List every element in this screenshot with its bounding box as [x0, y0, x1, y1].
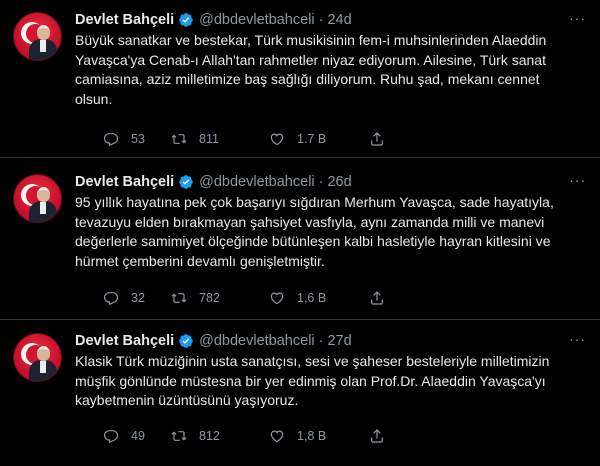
tweet-text: 95 yıllık hayatına pek çok başarıyı sığd… — [75, 194, 554, 269]
like-icon — [270, 292, 284, 305]
like-button[interactable]: 1,8 B — [269, 428, 369, 444]
retweet-icon — [171, 134, 187, 144]
like-icon — [270, 430, 284, 443]
tweet-text: Büyük sanatkar ve bestekar, Türk musikis… — [75, 32, 547, 107]
separator: · — [318, 12, 324, 28]
share-icon — [371, 291, 383, 305]
reply-button[interactable]: 49 — [75, 428, 171, 444]
avatar[interactable] — [13, 333, 62, 382]
tweet-text: Klasik Türk müziğinin usta sanatçısı, se… — [75, 353, 550, 408]
author-handle[interactable]: @dbdevletbahceli — [199, 333, 315, 349]
timestamp[interactable]: 24d — [327, 12, 351, 28]
separator: · — [318, 174, 324, 190]
reply-count: 32 — [131, 291, 145, 305]
more-icon[interactable]: ··· — [569, 331, 586, 347]
share-button[interactable] — [369, 131, 409, 147]
author-name[interactable]: Devlet Bahçeli — [75, 12, 174, 28]
tweet[interactable]: Devlet Bahçeli @dbdevletbahceli · 27d ··… — [0, 321, 600, 466]
verified-badge-icon — [179, 334, 193, 348]
reply-icon — [103, 133, 119, 147]
author-handle[interactable]: @dbdevletbahceli — [199, 12, 315, 28]
like-icon — [270, 133, 284, 146]
tweet[interactable]: Devlet Bahçeli @dbdevletbahceli · 26d ··… — [0, 162, 600, 320]
reply-icon — [103, 430, 119, 444]
retweet-button[interactable]: 812 — [171, 428, 269, 444]
like-count: 1,8 B — [297, 429, 327, 443]
retweet-button[interactable]: 811 — [171, 131, 269, 147]
retweet-count: 811 — [199, 132, 219, 146]
tweet-header: Devlet Bahçeli @dbdevletbahceli · 26d — [75, 172, 352, 192]
avatar[interactable] — [13, 174, 62, 223]
tweet-actions: 32 782 1,6 B — [75, 290, 409, 306]
tweet-actions: 53 811 1.7 B — [75, 131, 409, 147]
retweet-icon — [171, 293, 187, 303]
timestamp[interactable]: 26d — [327, 174, 351, 190]
like-button[interactable]: 1.7 B — [269, 131, 369, 147]
more-icon[interactable]: ··· — [569, 172, 586, 188]
verified-badge-icon — [179, 175, 193, 189]
author-name[interactable]: Devlet Bahçeli — [75, 174, 174, 190]
retweet-icon — [171, 431, 187, 441]
author-handle[interactable]: @dbdevletbahceli — [199, 174, 315, 190]
avatar[interactable] — [13, 12, 62, 61]
tweet-header: Devlet Bahçeli @dbdevletbahceli · 24d — [75, 10, 352, 30]
tweet[interactable]: Devlet Bahçeli @dbdevletbahceli · 24d ··… — [0, 0, 600, 158]
verified-badge-icon — [179, 13, 193, 27]
reply-icon — [103, 292, 119, 306]
share-button[interactable] — [369, 290, 409, 306]
retweet-button[interactable]: 782 — [171, 290, 269, 306]
tweet-feed: Devlet Bahçeli @dbdevletbahceli · 24d ··… — [0, 0, 600, 466]
reply-button[interactable]: 32 — [75, 290, 171, 306]
share-icon — [371, 429, 383, 443]
reply-count: 53 — [131, 132, 145, 146]
share-button[interactable] — [369, 428, 409, 444]
like-count: 1.7 B — [297, 132, 327, 146]
timestamp[interactable]: 27d — [327, 333, 351, 349]
author-name[interactable]: Devlet Bahçeli — [75, 333, 174, 349]
like-count: 1,6 B — [297, 291, 327, 305]
tweet-header: Devlet Bahçeli @dbdevletbahceli · 27d — [75, 331, 352, 351]
reply-button[interactable]: 53 — [75, 131, 171, 147]
separator: · — [318, 333, 324, 349]
more-icon[interactable]: ··· — [569, 10, 586, 26]
tweet-actions: 49 812 1,8 B — [75, 428, 409, 444]
retweet-count: 782 — [199, 291, 220, 305]
like-button[interactable]: 1,6 B — [269, 290, 369, 306]
share-icon — [371, 132, 383, 146]
reply-count: 49 — [131, 429, 145, 443]
retweet-count: 812 — [199, 429, 220, 443]
